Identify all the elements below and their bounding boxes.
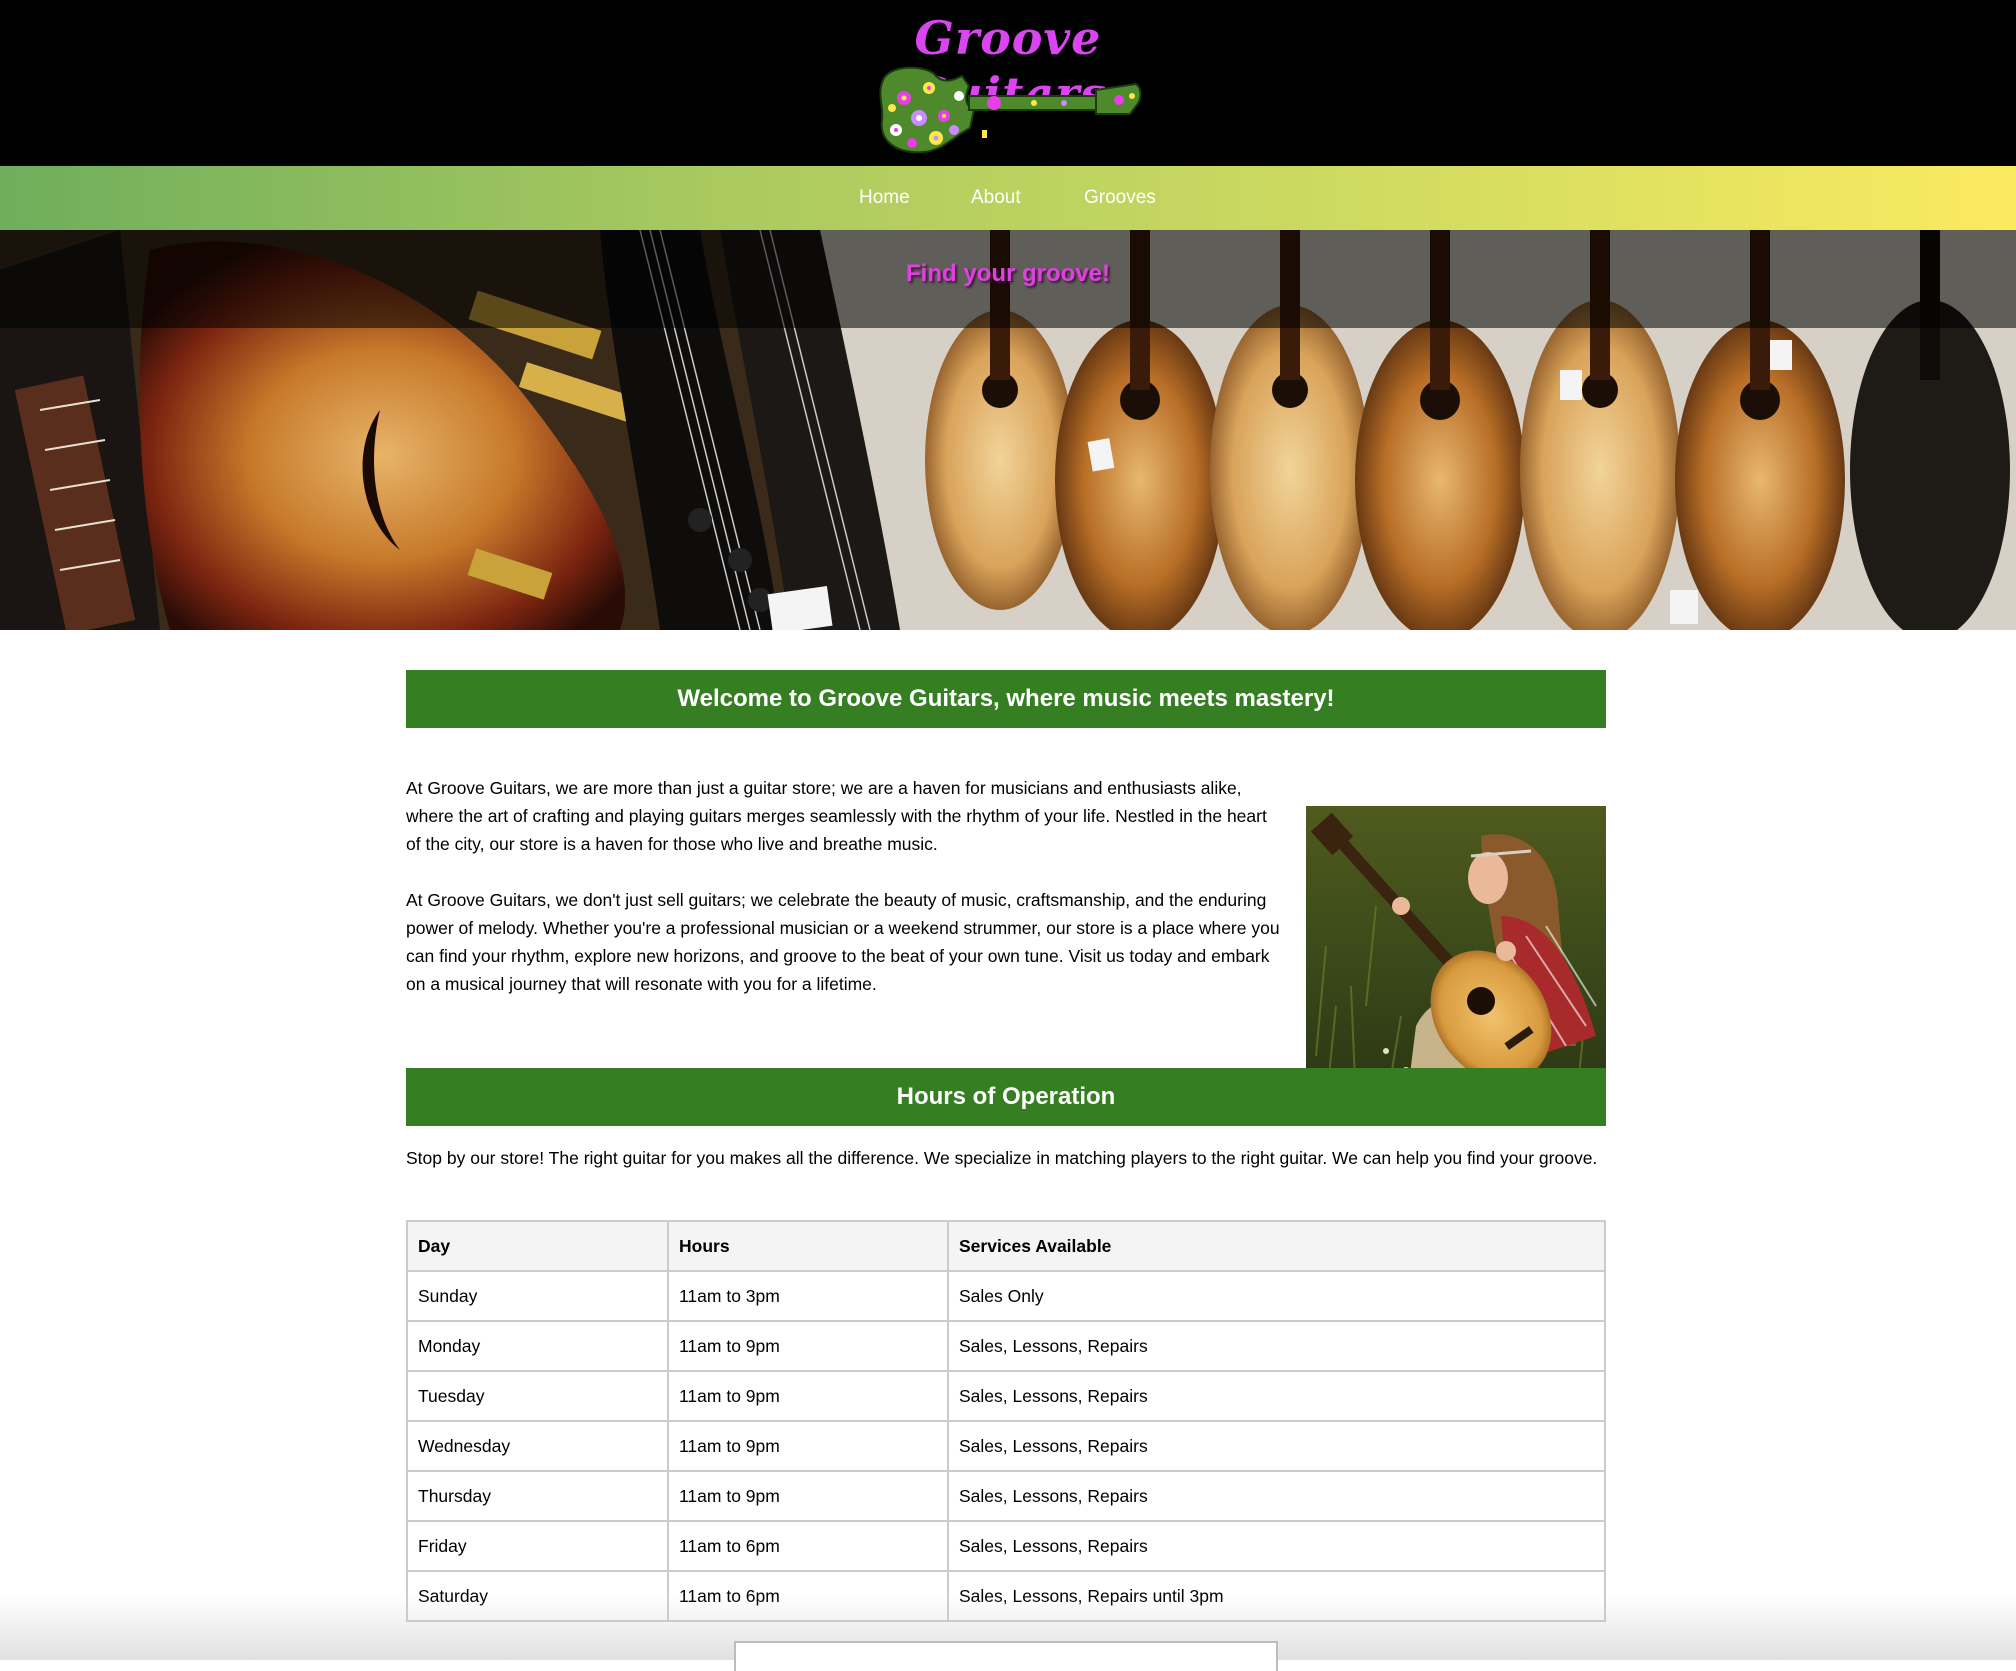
welcome-heading: Welcome to Groove Guitars, where music m…: [406, 670, 1606, 728]
main-content: Welcome to Groove Guitars, where music m…: [406, 670, 1606, 1622]
nav-about-link[interactable]: About: [971, 166, 1021, 230]
nav-grooves-link[interactable]: Grooves: [1084, 166, 1156, 230]
services-cell: Sales, Lessons, Repairs: [947, 1470, 1606, 1522]
day-cell: Saturday: [406, 1570, 669, 1622]
day-cell: Thursday: [406, 1470, 669, 1522]
girl-with-acoustic-guitar-photo-icon: [1306, 806, 1606, 1106]
column-header-hours: Hours: [667, 1220, 949, 1272]
table-row: Monday 11am to 9pm Sales, Lessons, Repai…: [406, 1320, 1606, 1372]
table-row: Friday 11am to 6pm Sales, Lessons, Repai…: [406, 1520, 1606, 1572]
hours-cell: 11am to 6pm: [667, 1570, 949, 1622]
services-cell: Sales, Lessons, Repairs: [947, 1420, 1606, 1472]
intro-text: At Groove Guitars, we are more than just…: [406, 774, 1286, 1026]
hours-cell: 11am to 9pm: [667, 1420, 949, 1472]
column-header-services: Services Available: [947, 1220, 1606, 1272]
girl-with-acoustic-guitar-photo: [1306, 806, 1606, 1106]
hours-cell: 11am to 9pm: [667, 1320, 949, 1372]
floral-guitar-logo-icon: [879, 66, 1142, 154]
hours-table: Day Hours Services Available Sunday 11am…: [406, 1220, 1606, 1622]
services-cell: Sales Only: [947, 1270, 1606, 1322]
hours-heading: Hours of Operation: [406, 1068, 1606, 1126]
site-header: Groove Guitars: [0, 0, 2016, 166]
column-header-day: Day: [406, 1220, 669, 1272]
table-row: Sunday 11am to 3pm Sales Only: [406, 1270, 1606, 1322]
hours-cell: 11am to 9pm: [667, 1370, 949, 1422]
nav-home-link[interactable]: Home: [859, 166, 910, 230]
main-nav: Home About Grooves: [0, 166, 2016, 230]
services-cell: Sales, Lessons, Repairs: [947, 1320, 1606, 1372]
day-cell: Monday: [406, 1320, 669, 1372]
day-cell: Sunday: [406, 1270, 669, 1322]
hours-cell: 11am to 3pm: [667, 1270, 949, 1322]
hours-cell: 11am to 9pm: [667, 1470, 949, 1522]
table-header-row: Day Hours Services Available: [406, 1220, 1606, 1272]
site-logo[interactable]: Groove Guitars: [868, 10, 1148, 160]
intro-paragraph: At Groove Guitars, we don't just sell gu…: [406, 890, 1280, 994]
intro-paragraph: At Groove Guitars, we are more than just…: [406, 778, 1267, 854]
table-row: Wednesday 11am to 9pm Sales, Lessons, Re…: [406, 1420, 1606, 1472]
table-row: Thursday 11am to 9pm Sales, Lessons, Rep…: [406, 1470, 1606, 1522]
services-cell: Sales, Lessons, Repairs: [947, 1370, 1606, 1422]
day-cell: Friday: [406, 1520, 669, 1572]
hours-intro: Stop by our store! The right guitar for …: [406, 1148, 1598, 1168]
table-row: Saturday 11am to 6pm Sales, Lessons, Rep…: [406, 1570, 1606, 1622]
services-cell: Sales, Lessons, Repairs until 3pm: [947, 1570, 1606, 1622]
hero-tagline: Find your groove!: [906, 260, 1110, 287]
footer-box: [734, 1641, 1278, 1671]
intro-section: At Groove Guitars, we are more than just…: [406, 728, 1606, 1106]
day-cell: Tuesday: [406, 1370, 669, 1422]
table-row: Tuesday 11am to 9pm Sales, Lessons, Repa…: [406, 1370, 1606, 1422]
services-cell: Sales, Lessons, Repairs: [947, 1520, 1606, 1572]
hero-banner: Find your groove!: [0, 230, 2016, 630]
day-cell: Wednesday: [406, 1420, 669, 1472]
hours-cell: 11am to 6pm: [667, 1520, 949, 1572]
